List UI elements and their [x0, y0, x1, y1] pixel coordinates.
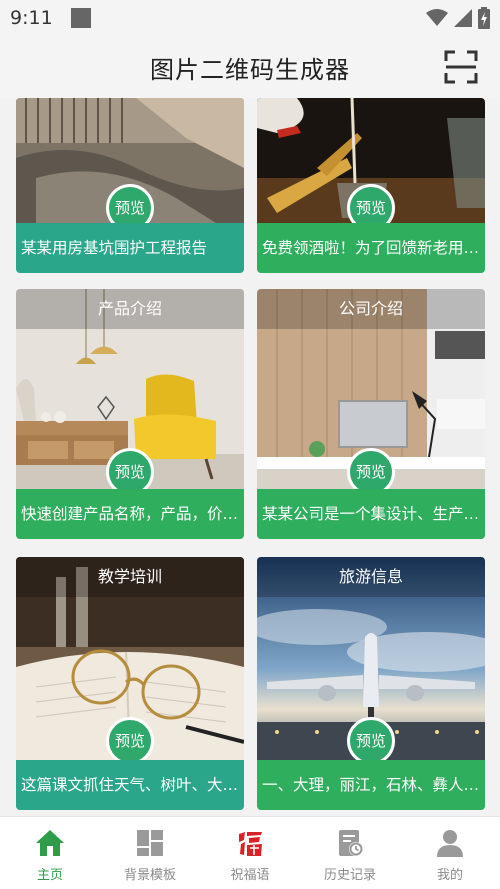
card-caption: 某某公司是一个集设计、生产…	[257, 489, 485, 539]
card-caption: 免费领酒啦！为了回馈新老用…	[257, 223, 485, 273]
tab-label: 主页	[36, 868, 63, 883]
template-card[interactable]: 旅游信息 预览 一、大理，丽江，石林、彝人…	[257, 557, 485, 810]
tab-profile[interactable]: 我的	[400, 817, 500, 889]
template-card[interactable]: 预览 免费领酒啦！为了回馈新老用…	[257, 98, 485, 273]
template-card[interactable]: 公司介绍 预览 某某公司是一个集设计、生产…	[257, 289, 485, 539]
tab-history[interactable]: 历史记录	[300, 817, 400, 889]
card-caption: 快速创建产品名称，产品，价…	[16, 489, 244, 539]
tab-home[interactable]: 主页	[0, 817, 100, 889]
wifi-icon	[426, 9, 448, 26]
template-card[interactable]: 产品介绍 预览 快速创建产品名称，产品，价…	[16, 289, 244, 539]
tab-label: 祝福语	[230, 868, 270, 883]
battery-icon	[478, 7, 490, 29]
scan-icon[interactable]	[444, 50, 478, 84]
card-caption: 一、大理，丽江，石林、彝人…	[257, 760, 485, 810]
card-title: 公司介绍	[257, 289, 485, 329]
card-caption: 这篇课文抓住天气、树叶、大…	[16, 760, 244, 810]
tab-blessings[interactable]: 祝福语	[200, 817, 300, 889]
card-title: 产品介绍	[16, 289, 244, 329]
preview-button[interactable]: 预览	[106, 717, 154, 765]
page-title: 图片二维码生成器	[150, 55, 350, 84]
tab-label: 历史记录	[323, 868, 376, 883]
bottom-tab-bar: 主页 背景模板 祝福语 历史记录 我的	[0, 816, 500, 889]
tab-templates[interactable]: 背景模板	[100, 817, 200, 889]
status-bar: 9:11	[0, 0, 500, 36]
profile-icon	[437, 830, 463, 857]
tab-label: 我的	[436, 868, 463, 883]
card-caption: 某某用房基坑围护工程报告	[16, 223, 244, 273]
tab-label: 背景模板	[123, 868, 176, 883]
template-card[interactable]: 预览 某某用房基坑围护工程报告	[16, 98, 244, 273]
home-icon	[36, 830, 64, 856]
notification-icon	[70, 8, 91, 28]
history-icon	[339, 830, 363, 856]
app-header: 图片二维码生成器	[0, 36, 500, 98]
fu-icon	[239, 832, 262, 856]
status-time: 9:11	[10, 7, 53, 29]
signal-icon	[454, 9, 472, 27]
card-title: 教学培训	[16, 557, 244, 597]
template-grid: 预览 某某用房基坑围护工程报告 预览 免费领酒啦！为了回馈新老用… 产品介绍 预…	[0, 98, 500, 816]
preview-button[interactable]: 预览	[347, 717, 395, 765]
template-card[interactable]: 教学培训 预览 这篇课文抓住天气、树叶、大…	[16, 557, 244, 810]
card-title: 旅游信息	[257, 557, 485, 597]
template-icon	[137, 830, 163, 856]
